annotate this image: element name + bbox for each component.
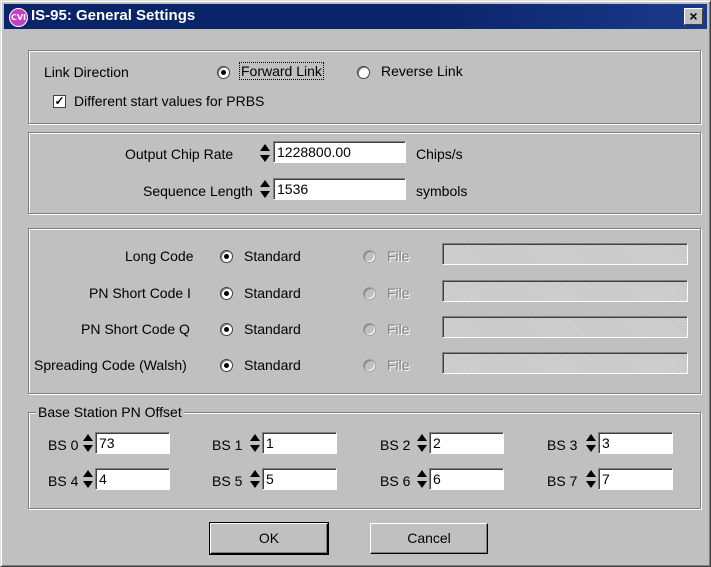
file-path-input <box>442 280 688 302</box>
sequence-length-spinner[interactable] <box>260 178 270 200</box>
file-radio <box>363 250 376 263</box>
spin-up-icon[interactable] <box>83 470 93 477</box>
code-row-label: Long Code <box>125 248 194 264</box>
spin-down-icon[interactable] <box>260 155 270 162</box>
spin-down-icon[interactable] <box>586 445 596 452</box>
bs-label: BS 3 <box>547 437 578 453</box>
spin-up-icon[interactable] <box>417 434 427 441</box>
link-direction-label: Link Direction <box>44 64 129 80</box>
forward-link-label[interactable]: Forward Link <box>239 62 324 80</box>
file-path-input <box>442 243 688 265</box>
sequence-length-input[interactable]: 1536 <box>273 178 406 200</box>
bs-spinner[interactable] <box>417 432 427 454</box>
dialog-window: CVI IS-95: General Settings × Link Direc… <box>0 0 711 567</box>
bs-spinner[interactable] <box>250 432 260 454</box>
bs-input[interactable]: 2 <box>429 432 504 454</box>
window-title: IS-95: General Settings <box>31 7 196 24</box>
spin-up-icon[interactable] <box>260 144 270 151</box>
link-direction-group <box>28 50 701 124</box>
standard-label[interactable]: Standard <box>244 285 301 301</box>
spin-up-icon[interactable] <box>260 180 270 187</box>
title-bar[interactable]: CVI IS-95: General Settings × <box>4 4 707 29</box>
bs-spinner[interactable] <box>83 432 93 454</box>
file-radio <box>363 359 376 372</box>
spin-down-icon[interactable] <box>417 481 427 488</box>
reverse-link-radio[interactable] <box>357 66 370 79</box>
chip-rate-label: Output Chip Rate <box>125 146 234 162</box>
standard-radio[interactable] <box>220 250 233 263</box>
standard-radio[interactable] <box>220 287 233 300</box>
spin-down-icon[interactable] <box>250 445 260 452</box>
bs-label: BS 7 <box>547 473 578 489</box>
file-label: File <box>387 357 410 373</box>
chip-rate-input[interactable]: 1228800.00 <box>273 141 406 163</box>
sequence-length-label: Sequence Length <box>143 183 253 199</box>
base-station-group-title: Base Station PN Offset <box>36 404 184 420</box>
prbs-checkbox[interactable]: ✓ <box>53 95 66 108</box>
chip-rate-unit: Chips/s <box>416 146 463 162</box>
spin-up-icon[interactable] <box>417 470 427 477</box>
bs-input[interactable]: 6 <box>429 468 504 490</box>
bs-label: BS 2 <box>380 437 411 453</box>
bs-spinner[interactable] <box>250 468 260 490</box>
spin-down-icon[interactable] <box>260 191 270 198</box>
bs-label: BS 5 <box>212 473 243 489</box>
file-label: File <box>387 321 410 337</box>
standard-label[interactable]: Standard <box>244 357 301 373</box>
bs-input[interactable]: 1 <box>262 432 337 454</box>
bs-spinner[interactable] <box>586 468 596 490</box>
standard-label[interactable]: Standard <box>244 248 301 264</box>
bs-spinner[interactable] <box>417 468 427 490</box>
bs-label: BS 1 <box>212 437 243 453</box>
spin-up-icon[interactable] <box>250 470 260 477</box>
bs-input[interactable]: 7 <box>598 468 673 490</box>
bs-label: BS 6 <box>380 473 411 489</box>
file-radio <box>363 323 376 336</box>
chip-rate-spinner[interactable] <box>260 142 270 164</box>
bs-label: BS 4 <box>48 473 79 489</box>
standard-label[interactable]: Standard <box>244 321 301 337</box>
spin-down-icon[interactable] <box>250 481 260 488</box>
spin-down-icon[interactable] <box>586 481 596 488</box>
bs-input[interactable]: 3 <box>598 432 673 454</box>
standard-radio[interactable] <box>220 359 233 372</box>
file-label: File <box>387 248 410 264</box>
bs-spinner[interactable] <box>586 432 596 454</box>
bs-input[interactable]: 4 <box>95 468 170 490</box>
spin-down-icon[interactable] <box>83 481 93 488</box>
standard-radio[interactable] <box>220 323 233 336</box>
spin-up-icon[interactable] <box>83 434 93 441</box>
bs-input[interactable]: 5 <box>262 468 337 490</box>
close-button[interactable]: × <box>684 8 703 25</box>
spin-down-icon[interactable] <box>83 445 93 452</box>
sequence-length-unit: symbols <box>416 183 468 199</box>
bs-input[interactable]: 73 <box>95 432 170 454</box>
file-radio <box>363 287 376 300</box>
forward-link-radio[interactable] <box>217 66 230 79</box>
file-label: File <box>387 285 410 301</box>
spin-down-icon[interactable] <box>417 445 427 452</box>
reverse-link-label[interactable]: Reverse Link <box>381 63 463 79</box>
bs-label: BS 0 <box>48 437 79 453</box>
code-row-label: PN Short Code Q <box>81 321 190 337</box>
forward-link-text: Forward Link <box>239 62 324 80</box>
code-row-label: Spreading Code (Walsh) <box>34 357 187 373</box>
code-row-label: PN Short Code I <box>89 285 191 301</box>
spin-up-icon[interactable] <box>586 434 596 441</box>
ok-button[interactable]: OK <box>209 522 329 555</box>
file-path-input <box>442 352 688 374</box>
bs-spinner[interactable] <box>83 468 93 490</box>
base-station-group <box>28 412 701 509</box>
spin-up-icon[interactable] <box>586 470 596 477</box>
spin-up-icon[interactable] <box>250 434 260 441</box>
file-path-input <box>442 316 688 338</box>
cvi-app-icon: CVI <box>9 8 28 27</box>
cancel-button[interactable]: Cancel <box>370 523 488 554</box>
prbs-label[interactable]: Different start values for PRBS <box>74 93 264 109</box>
